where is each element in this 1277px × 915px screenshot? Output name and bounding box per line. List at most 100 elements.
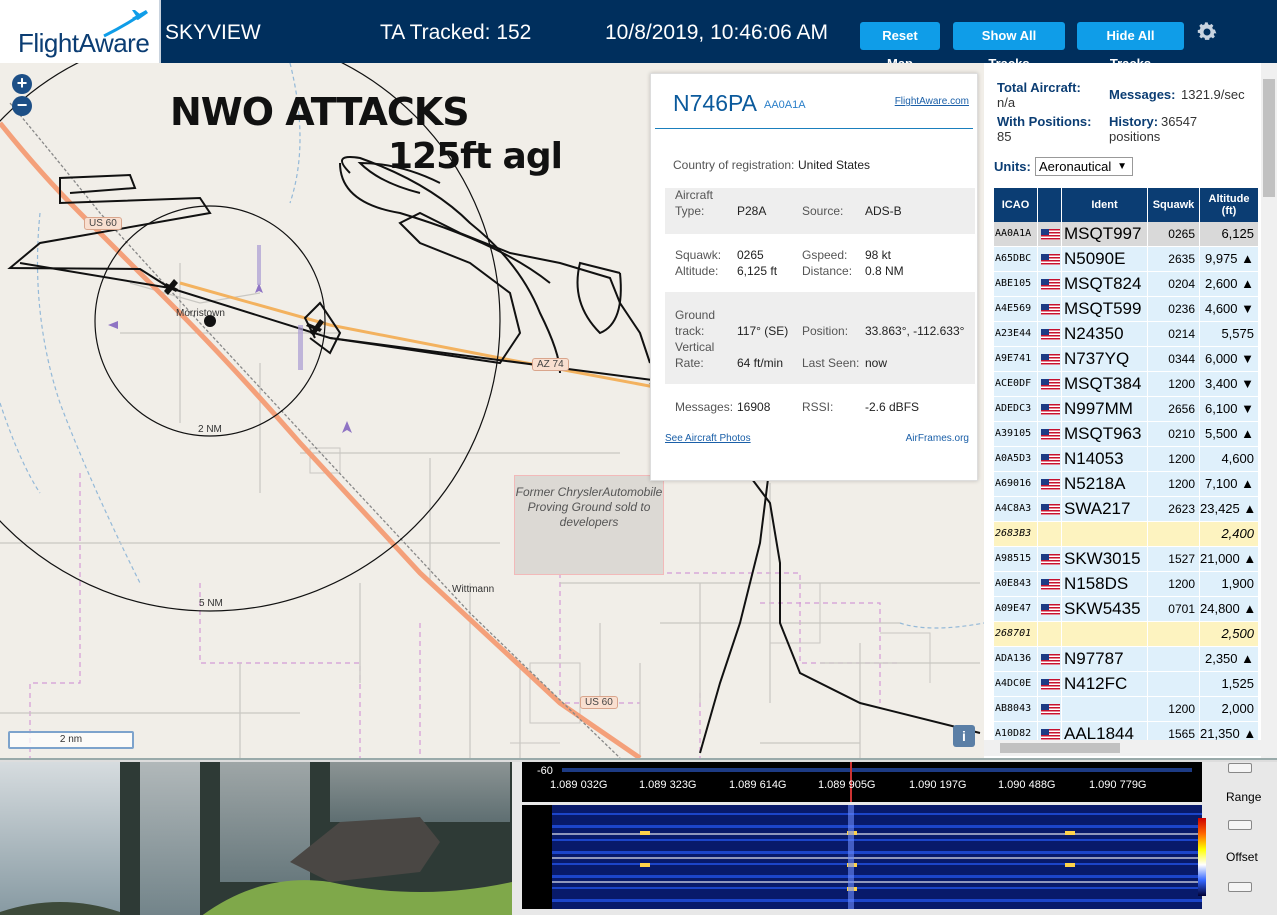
table-row[interactable]: 268701 2,500 [994, 622, 1259, 646]
altitude-cell: 2,000 [1200, 697, 1259, 721]
range-ring-label-5nm: 5 NM [199, 598, 223, 609]
us-flag-icon [1041, 404, 1060, 415]
flag-cell [1038, 397, 1062, 421]
icao-cell: A98515 [994, 547, 1038, 571]
source-value: ADS-B [865, 204, 902, 218]
ident-cell: MSQT963 [1062, 422, 1148, 446]
icao-cell: A69016 [994, 472, 1038, 496]
ident-cell: N412FC [1062, 672, 1148, 696]
table-row[interactable]: A39105 MSQT963 0210 5,500 ▲ [994, 422, 1259, 446]
altitude-cell: 2,500 [1200, 622, 1259, 646]
app-name: SKYVIEW [165, 21, 261, 44]
show-all-tracks-button[interactable]: Show All Tracks [953, 22, 1065, 71]
ta-tracked-count: TA Tracked: 152 [380, 21, 532, 44]
ident-cell: N24350 [1062, 322, 1148, 346]
table-row[interactable]: A9E741 N737YQ 0344 6,000 ▼ [994, 347, 1259, 371]
popup-track-block: Ground track: 117° (SE) Position: 33.863… [665, 292, 975, 384]
col-header-icao[interactable]: ICAO [994, 188, 1038, 222]
total-aircraft-value: n/a [997, 95, 1016, 110]
flightaware-logo[interactable]: FlightAware [0, 0, 161, 63]
units-select[interactable]: Aeronautical ▼ [1035, 157, 1133, 176]
gspeed-value: 98 kt [865, 248, 892, 262]
see-aircraft-photos-link[interactable]: See Aircraft Photos [665, 433, 751, 444]
table-row[interactable]: A4E569 MSQT599 0236 4,600 ▼ [994, 297, 1259, 321]
zoom-out-button[interactable]: − [12, 96, 32, 116]
flag-cell [1038, 597, 1062, 621]
flightaware-link[interactable]: FlightAware.com [895, 96, 969, 107]
altitude-cell: 3,400 ▼ [1200, 372, 1259, 396]
flag-cell [1038, 647, 1062, 671]
squawk-cell: 0701 [1148, 597, 1200, 621]
source-label: Source: [802, 204, 844, 218]
range-label: Range [1226, 790, 1262, 804]
panel-vertical-scrollbar[interactable] [1261, 63, 1277, 758]
icao-cell: AB8043 [994, 697, 1038, 721]
table-row[interactable]: AB8043 1200 2,000 [994, 697, 1259, 721]
table-row[interactable]: A0A5D3 N14053 1200 4,600 [994, 447, 1259, 471]
reset-map-button[interactable]: Reset Map [860, 22, 940, 71]
table-row[interactable]: A09E47 SKW5435 0701 24,800 ▲ [994, 597, 1259, 621]
slider-handle[interactable] [1228, 763, 1252, 773]
table-row[interactable]: A98515 SKW3015 1527 21,000 ▲ [994, 547, 1259, 571]
top-header: FlightAware SKYVIEW TA Tracked: 152 10/8… [0, 0, 1277, 71]
range-slider-handle[interactable] [1228, 820, 1252, 830]
aircraft-list-panel: Total Aircraft: n/a Messages: 1321.9/sec… [984, 63, 1277, 758]
scrollbar-thumb[interactable] [1263, 79, 1275, 197]
messages-rate-label: Messages: [1109, 87, 1176, 102]
col-header-ident[interactable]: Ident [1062, 188, 1148, 222]
aircraft-type-value: P28A [737, 204, 767, 218]
ground-track-label-2: track: [675, 324, 705, 338]
gear-icon[interactable] [1195, 20, 1219, 44]
altitude-cell: 6,000 ▼ [1200, 347, 1259, 371]
flag-cell [1038, 447, 1062, 471]
airframes-link[interactable]: AirFrames.org [906, 433, 969, 444]
table-row[interactable]: A69016 N5218A 1200 7,100 ▲ [994, 472, 1259, 496]
icao-cell: A09E47 [994, 597, 1038, 621]
scrollbar-thumb-horizontal[interactable] [1000, 743, 1120, 753]
table-row[interactable]: ADA136 N97787 2,350 ▲ [994, 647, 1259, 671]
table-row[interactable]: A65DBC N5090E 2635 9,975 ▲ [994, 247, 1259, 271]
aircraft-type-label-1: Aircraft [675, 188, 714, 202]
col-header-altitude[interactable]: Altitude (ft) [1200, 188, 1259, 222]
table-row[interactable]: A4C8A3 SWA217 2623 23,425 ▲ [994, 497, 1259, 521]
offset-slider-handle[interactable] [1228, 882, 1252, 892]
table-row[interactable]: A4DC0E N412FC 1,525 [994, 672, 1259, 696]
altitude-cell: 5,575 [1200, 322, 1259, 346]
col-header-flag[interactable] [1038, 188, 1062, 222]
table-row[interactable]: ACE0DF MSQT384 1200 3,400 ▼ [994, 372, 1259, 396]
table-row[interactable]: A23E44 N24350 0214 5,575 [994, 322, 1259, 346]
squawk-cell: 0204 [1148, 272, 1200, 296]
squawk-cell: 0265 [1148, 222, 1200, 246]
table-row[interactable]: A0E843 N158DS 1200 1,900 [994, 572, 1259, 596]
ident-cell: N14053 [1062, 447, 1148, 471]
position-label: Position: [802, 324, 849, 338]
icao-cell: A0E843 [994, 572, 1038, 596]
panel-horizontal-scrollbar[interactable] [984, 740, 1261, 756]
table-row[interactable]: AA0A1A MSQT997 0265 6,125 [994, 222, 1259, 246]
table-row[interactable]: 2683B3 2,400 [994, 522, 1259, 546]
town-label-wittmann: Wittmann [452, 584, 495, 595]
country-label: Country of registration: [673, 158, 795, 172]
history-unit: positions [1109, 129, 1161, 144]
units-label: Units: [994, 159, 1031, 174]
map-info-button[interactable]: i [953, 725, 975, 747]
us-flag-icon [1041, 304, 1060, 315]
icao-cell: 268701 [994, 622, 1038, 646]
col-header-squawk[interactable]: Squawk [1148, 188, 1200, 222]
hide-all-tracks-button[interactable]: Hide All Tracks [1077, 22, 1184, 71]
table-row[interactable]: ADEDC3 N997MM 2656 6,100 ▼ [994, 397, 1259, 421]
vertical-rate-value: 64 ft/min [737, 356, 784, 370]
zoom-in-button[interactable]: + [12, 74, 32, 94]
freq-label: 1.089 323G [639, 779, 697, 791]
flag-cell [1038, 372, 1062, 396]
popup-type-block: Aircraft Type: P28A Source: ADS-B [665, 188, 975, 234]
altitude-cell: 6,100 ▼ [1200, 397, 1259, 421]
road-label-az74: AZ 74 [532, 358, 569, 371]
squawk-cell [1148, 672, 1200, 696]
frequency-bar: -60 1.089 032G 1.089 323G 1.089 614G 1.0… [522, 762, 1202, 802]
squawk-label: Squawk: [675, 248, 722, 262]
history-label: History: [1109, 114, 1159, 129]
flag-cell [1038, 322, 1062, 346]
map-view[interactable]: + − NWO ATTACKS 125ft agl US 60 US 60 AZ… [0, 63, 984, 758]
table-row[interactable]: ABE105 MSQT824 0204 2,600 ▲ [994, 272, 1259, 296]
